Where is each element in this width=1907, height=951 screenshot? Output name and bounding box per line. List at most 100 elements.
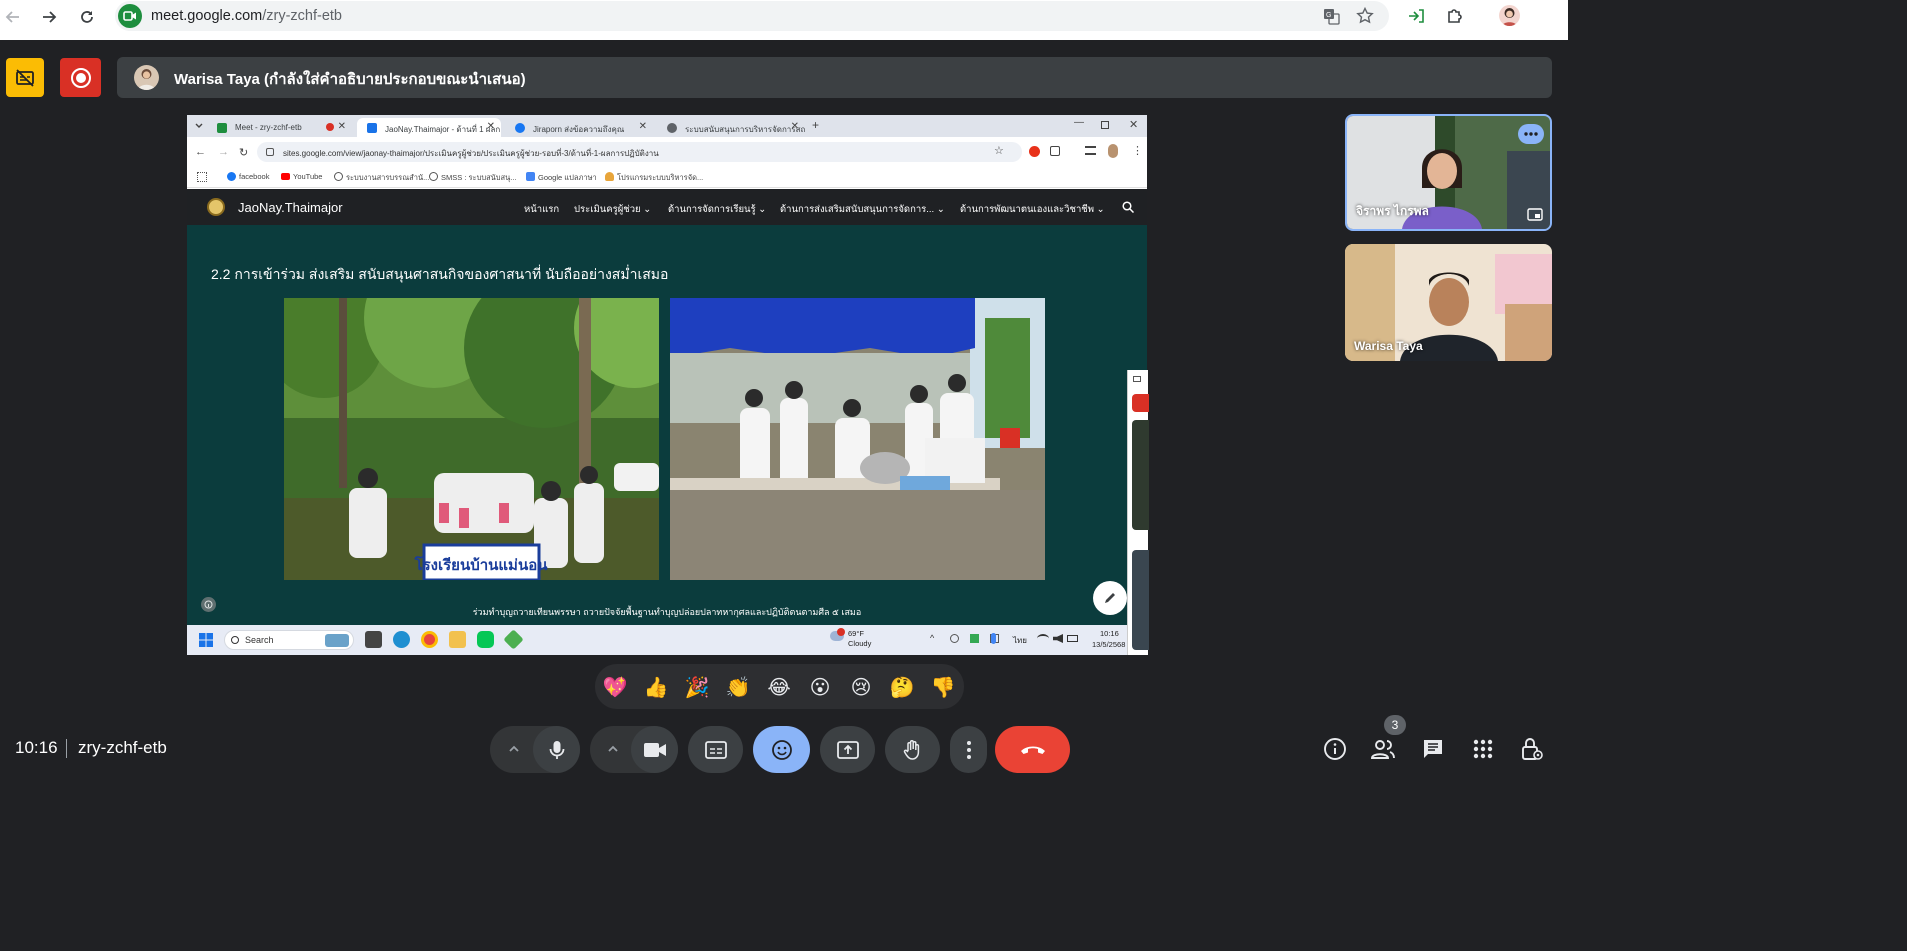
shared-back-icon: ← [195,146,206,158]
taskbar-search: Search [224,630,354,650]
site-nav-label: ประเมินครูผู้ช่วย [574,204,641,215]
reaction-party-popper[interactable]: 🎉 [682,672,712,702]
sign-in-icon[interactable] [1407,8,1425,24]
bookmark-label: ระบบงานสารบรรณสำนั... [346,173,430,182]
shared-screen: Meet - zry-zchf-etb ✕ JaoNay.Thaimajor -… [187,115,1147,655]
participant-name: Warisa Taya [1354,339,1423,353]
site-title: JaoNay.Thaimajor [238,200,343,215]
shared-tab-label: ระบบสนับสนุนการบริหารจัดการสถาน [685,125,805,134]
extensions-icon[interactable] [1445,6,1465,26]
chat-icon[interactable] [1420,736,1446,762]
reaction-surprised[interactable]: 😮 [805,672,835,702]
bookmark-smss: SMSS : ระบบสนับสนุ... [429,172,517,184]
meeting-clock: 10:16 [15,738,58,757]
tray-app-icon [950,634,959,643]
bookmark-translate: Google แปลภาษา [526,172,597,184]
taskbar-search-icon [231,636,239,644]
tray-chevron-icon: ^ [930,633,935,643]
url-text[interactable]: meet.google.com/zry-zchf-etb [151,8,342,24]
globe-favicon-icon [667,123,677,133]
recording-button[interactable] [60,58,101,97]
audio-options-chevron-icon[interactable] [505,740,523,758]
taskbar-date: 13/5/2568 [1092,640,1126,649]
bookmark-program: โปรแกรมระบบบริหารจัด... [605,172,703,184]
edge-icon [393,631,410,648]
shared-toolbar: ← → ↻ sites.google.com/view/jaonay-thaim… [187,137,1147,167]
bookmark-label: facebook [239,172,270,181]
reactions-button[interactable] [753,726,810,773]
shared-url: sites.google.com/view/jaonay-thaimajor/ป… [283,149,659,158]
raise-hand-button[interactable] [885,726,940,773]
facebook-favicon-icon [515,123,525,133]
sites-favicon-icon [367,123,377,133]
address-bar[interactable]: meet.google.com/zry-zchf-etb G [115,1,1389,31]
people-icon[interactable] [1370,736,1396,762]
captions-off-button[interactable] [6,58,44,97]
bookmark-star-icon[interactable] [1356,7,1374,25]
forward-icon[interactable] [39,7,59,27]
file-explorer-icon [449,631,466,648]
profile-avatar[interactable] [1499,5,1520,26]
close-tab-icon: ✕ [337,121,346,132]
search-highlight-icon [325,634,349,647]
weather-alert-icon [837,628,845,636]
chrome-icon [421,631,438,648]
site-content: 2.2 การเข้าร่วม ส่งเสริม สนับสนุนศาสนกิจ… [187,225,1147,625]
reload-icon[interactable] [77,7,97,27]
leave-call-button[interactable] [995,726,1070,773]
shared-tab-jaonay: JaoNay.Thaimajor - ด้านที่ 1 ผลก ✕ [357,118,501,137]
bookmark-label: YouTube [293,172,323,181]
reactions-bar: 💖 👍 🎉 👏 😂 😮 😢 🤔 👎 [595,664,964,709]
microphone-button[interactable] [533,726,580,773]
participant-tile[interactable]: จิราพร ไกรพล [1345,114,1552,231]
windows-start-icon [199,633,213,647]
reaction-sparkling-heart[interactable]: 💖 [600,672,630,702]
maximize-icon [1101,121,1109,129]
reaction-clapping[interactable]: 👏 [723,672,753,702]
shared-forward-icon: → [218,146,229,158]
activities-grid-icon[interactable] [1470,736,1496,762]
strip-toggle-icon [1133,376,1141,382]
photo-caption: ร่วมทำบุญถวายเทียนพรรษา ถวายปัจจัยพื้นฐา… [472,607,862,617]
site-header: JaoNay.Thaimajor หน้าแรก ประเมินครูผู้ช่… [187,189,1147,225]
back-icon[interactable] [3,7,23,27]
site-nav-learning: ด้านการจัดการเรียนรู้ ⌄ [668,202,766,217]
meet-site-icon[interactable] [118,4,142,28]
shared-tab-label: Meet - zry-zchf-etb [235,123,302,132]
site-nav-label: ด้านการจัดการเรียนรู้ [668,204,756,215]
recording-dot-icon [326,123,334,131]
opera-icon [1029,146,1040,157]
site-nav-label: ด้านการส่งเสริมสนับสนุนการจัดการ... [780,204,935,215]
camera-button[interactable] [631,726,678,773]
program-icon [605,172,614,181]
reaction-laughing[interactable]: 😂 [764,672,794,702]
translate-small-icon [526,172,535,181]
content-heading: 2.2 การเข้าร่วม ส่งเสริม สนับสนุนศาสนกิจ… [211,266,669,282]
host-controls-lock-icon[interactable] [1519,736,1545,762]
participant-more-icon[interactable] [1518,124,1544,144]
presenter-banner: Warisa Taya (กำลังใส่คำอธิบายประกอบขณะนำ… [117,57,1552,98]
shared-profile-icon [1108,144,1118,158]
reaction-thumbs-down[interactable]: 👎 [928,672,958,702]
meeting-details-icon[interactable] [1322,736,1348,762]
pip-icon[interactable] [1527,208,1543,221]
tray-mic-icon [991,633,996,644]
meeting-code: zry-zchf-etb [78,738,167,757]
shared-address-bar: sites.google.com/view/jaonay-thaimajor/ป… [257,142,1022,162]
participant-tile[interactable]: Warisa Taya [1345,244,1552,361]
site-logo [207,198,225,216]
captions-button[interactable] [688,726,743,773]
presenter-avatar [134,65,159,90]
input-language: ไทย [1013,636,1027,645]
reaction-crying[interactable]: 😢 [846,672,876,702]
reaction-thumbs-up[interactable]: 👍 [641,672,671,702]
more-options-button[interactable] [950,726,987,773]
video-options-chevron-icon[interactable] [604,740,622,758]
youtube-icon [281,173,290,180]
shared-menu-icon: ⋮ [1132,145,1143,157]
translate-icon[interactable]: G [1323,8,1340,25]
shared-side-strip [1127,370,1149,655]
strip-video-thumb [1132,550,1149,650]
present-screen-button[interactable] [820,726,875,773]
reaction-thinking[interactable]: 🤔 [887,672,917,702]
